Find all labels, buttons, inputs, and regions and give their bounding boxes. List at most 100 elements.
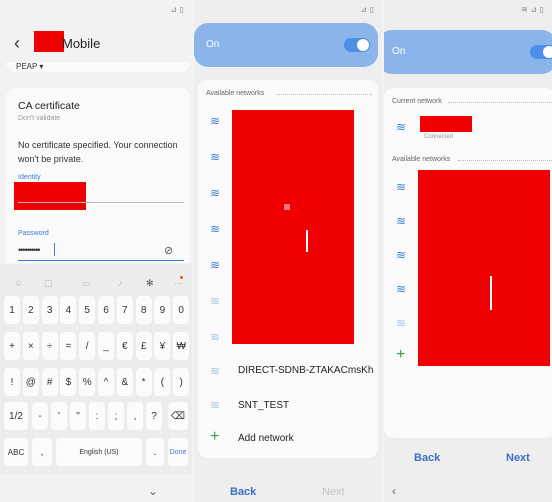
mic-icon[interactable]: ♪ [118, 278, 123, 288]
key[interactable]: - [32, 402, 48, 430]
back-button[interactable]: Back [414, 452, 440, 464]
key[interactable]: 2 [22, 296, 39, 324]
wifi-weak-icon[interactable]: ≋ [210, 330, 220, 344]
status-icons: ⊿ ▯ [360, 5, 374, 14]
sticker-icon[interactable]: ▢ [44, 278, 53, 289]
more-icon[interactable]: ⋯ [174, 278, 183, 289]
wifi-connected-icon[interactable]: ≋ [396, 120, 406, 134]
key[interactable]: ₩ [173, 332, 190, 360]
back-arrow-icon[interactable]: ‹ [14, 33, 20, 54]
add-network-plus-icon[interactable]: + [210, 428, 219, 446]
key[interactable]: 3 [41, 296, 58, 324]
key[interactable]: 5 [79, 296, 96, 324]
nav-back-chevron-icon[interactable]: ‹ [392, 484, 396, 498]
add-network-link[interactable]: Add network [238, 433, 294, 444]
section-divider [276, 94, 372, 95]
key[interactable]: × [22, 332, 39, 360]
wifi-weak-icon[interactable]: ≋ [396, 316, 406, 330]
key-abc[interactable]: ABC [4, 438, 28, 466]
emoji-icon[interactable]: ☺ [14, 278, 23, 288]
key[interactable]: ? [146, 402, 162, 430]
available-networks-label: Available networks [206, 90, 265, 97]
key[interactable]: ) [173, 368, 190, 396]
key-space[interactable]: English (US) [56, 438, 142, 466]
key[interactable]: # [41, 368, 58, 396]
wifi-secured-icon[interactable]: ≋ [396, 282, 406, 296]
hide-keyboard-chevron-icon[interactable]: ⌄ [148, 484, 158, 498]
visibility-toggle-icon[interactable]: ⊘ [164, 244, 173, 257]
gif-icon[interactable]: ▭ [82, 278, 91, 289]
key[interactable]: £ [135, 332, 152, 360]
screenshot-root: ⊿ ▯ ‹ Mobile PEAP ▾ CA certificate Don't… [0, 0, 552, 502]
password-field-underline [18, 260, 184, 261]
key[interactable]: 8 [135, 296, 152, 324]
key[interactable]: & [116, 368, 133, 396]
key[interactable]: 6 [98, 296, 114, 324]
text-cursor [54, 243, 55, 256]
key[interactable]: ; [108, 402, 124, 430]
key-done[interactable]: Done [168, 438, 188, 466]
keyboard-settings-icon[interactable]: ✻ [146, 278, 154, 289]
wifi-on-label: On [392, 46, 406, 57]
add-network-plus-icon[interactable]: + [396, 346, 405, 364]
key[interactable]: ^ [98, 368, 114, 396]
wifi-secured-icon[interactable]: ≋ [210, 258, 220, 272]
network-name[interactable]: DIRECT-SDNB-ZTAKACmsKh [238, 365, 373, 376]
key[interactable]: ( [154, 368, 171, 396]
key[interactable]: € [116, 332, 133, 360]
key[interactable]: ¥ [154, 332, 171, 360]
key[interactable]: _ [98, 332, 114, 360]
key[interactable]: 9 [154, 296, 171, 324]
key[interactable]: @ [22, 368, 39, 396]
ca-certificate-label[interactable]: CA certificate [18, 100, 80, 112]
key[interactable]: ÷ [41, 332, 58, 360]
next-button[interactable]: Next [506, 452, 530, 464]
key[interactable]: : [89, 402, 105, 430]
key[interactable]: 1 [4, 296, 20, 324]
password-input[interactable]: •••••••••• [18, 245, 40, 255]
eap-method-card[interactable]: PEAP ▾ [6, 62, 190, 72]
wifi-secured-icon[interactable]: ≋ [210, 222, 220, 236]
settings-card: CA certificate Don't validate No certifi… [6, 88, 190, 263]
key[interactable]: 4 [60, 296, 77, 324]
wifi-list-panel: ⊿ ▯ On Available networks ≋ ≋ ≋ ≋ ≋ ≋ ≋ … [194, 0, 382, 502]
back-button[interactable]: Back [230, 486, 256, 498]
key-comma[interactable]: , [32, 438, 52, 466]
redacted-network-list [418, 170, 550, 366]
key[interactable]: * [135, 368, 152, 396]
wifi-on-label: On [206, 39, 220, 50]
key[interactable]: " [70, 402, 86, 430]
section-divider [458, 160, 552, 161]
wifi-secured-icon[interactable]: ≋ [210, 150, 220, 164]
wifi-weak-icon[interactable]: ≋ [210, 364, 220, 378]
key[interactable]: $ [60, 368, 77, 396]
wifi-secured-icon[interactable]: ≋ [210, 186, 220, 200]
key-page-toggle[interactable]: 1/2 [4, 402, 28, 430]
key[interactable]: , [127, 402, 143, 430]
identity-field-underline[interactable] [18, 202, 184, 203]
wifi-secured-icon[interactable]: ≋ [396, 248, 406, 262]
wifi-secured-icon[interactable]: ≋ [396, 214, 406, 228]
key[interactable]: = [60, 332, 77, 360]
key[interactable]: % [79, 368, 96, 396]
wifi-on-bar[interactable]: On [384, 30, 552, 74]
key[interactable]: 0 [173, 296, 190, 324]
key[interactable]: ' [51, 402, 67, 430]
key[interactable]: / [79, 332, 96, 360]
key[interactable]: + [4, 332, 20, 360]
on-screen-keyboard: ☺ ▢ ▭ ♪ ✻ ⋯ 1234567890 + × ÷ = / _ € £ ¥ ₩ ! @ # $% ^… [0, 264, 192, 474]
wifi-toggle[interactable] [530, 45, 552, 59]
next-button[interactable]: Next [322, 486, 345, 498]
wifi-weak-icon[interactable]: ≋ [210, 294, 220, 308]
wifi-toggle[interactable] [344, 38, 370, 52]
key[interactable]: 7 [116, 296, 133, 324]
wifi-secured-icon[interactable]: ≋ [396, 180, 406, 194]
key-period[interactable]: . [146, 438, 164, 466]
wifi-secured-icon[interactable]: ≋ [210, 114, 220, 128]
network-name[interactable]: SNT_TEST [238, 400, 289, 411]
wifi-weak-icon[interactable]: ≋ [210, 398, 220, 412]
key[interactable]: ! [4, 368, 20, 396]
wifi-connected-panel: ≋ ⊿ ▯ On Current network ≋ Connected Ava… [384, 0, 552, 502]
wifi-on-bar[interactable]: On [194, 23, 378, 67]
key-backspace[interactable]: ⌫ [168, 402, 188, 430]
